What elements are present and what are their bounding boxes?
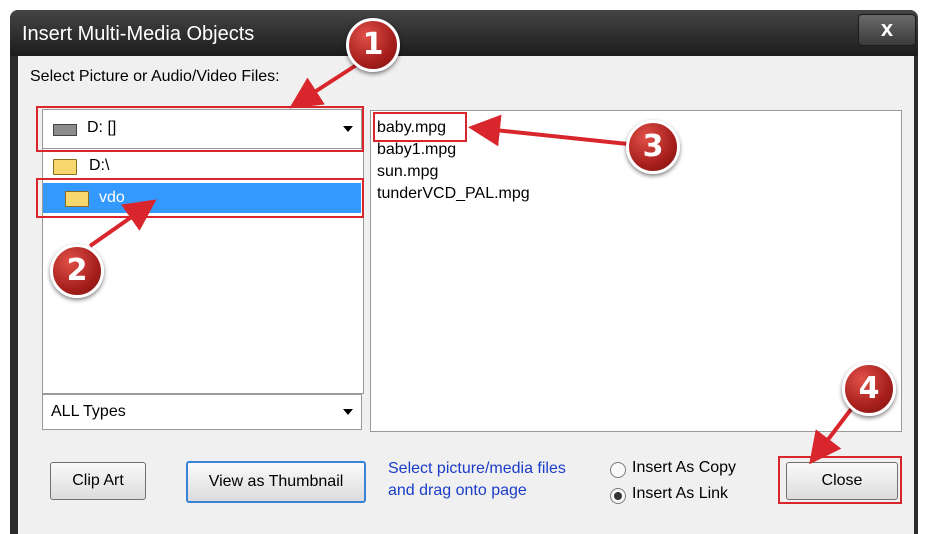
- arrow-3: [468, 114, 629, 147]
- annotation-arrows: [88, 62, 854, 465]
- arrow-2: [88, 199, 157, 248]
- step-badge-1: 1: [346, 18, 400, 72]
- step-badge-2: 2: [50, 244, 104, 298]
- arrow-1: [289, 62, 360, 109]
- step-badge-4: 4: [842, 362, 896, 416]
- step-badge-3: 3: [626, 120, 680, 174]
- arrow-4: [809, 406, 854, 465]
